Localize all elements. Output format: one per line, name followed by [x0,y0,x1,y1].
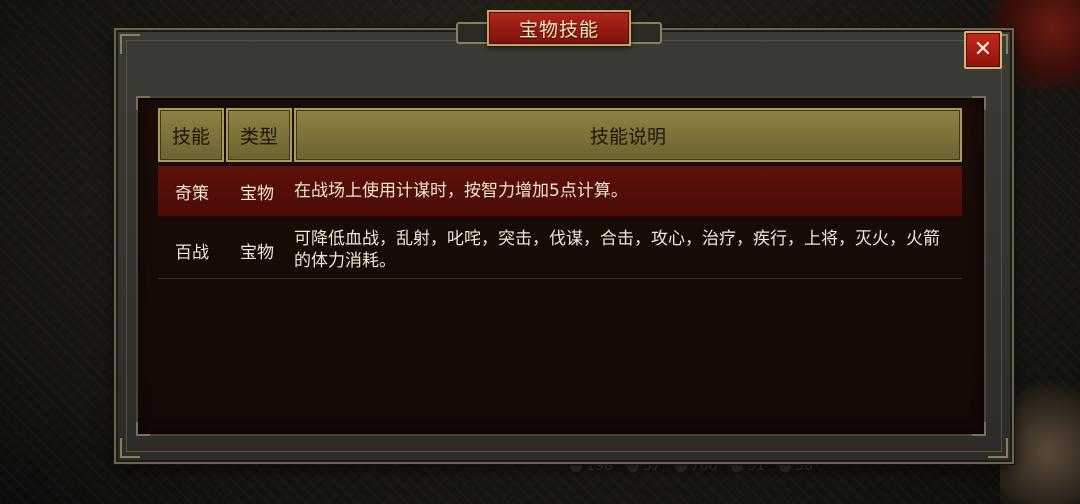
skill-table: 技能 类型 技能说明 奇策 宝物 在战场上使用计谋时，按智力增加5点计算。 百战… [136,96,986,436]
column-header-type: 类型 [226,108,292,162]
column-header-description: 技能说明 [294,108,962,162]
table-row[interactable]: 百战 宝物 可降低血战，乱射，叱咤，突击，伐谋，合击，攻心，治疗，疾行，上将，灭… [158,222,962,279]
skill-name: 百战 [175,242,209,263]
corner-ornament [972,422,986,436]
corner-ornament [972,96,986,110]
close-button[interactable]: ✕ [964,31,1002,69]
corner-ornament [120,438,140,458]
corner-ornament [120,34,140,54]
corner-ornament [136,422,150,436]
skill-description: 在战场上使用计谋时，按智力增加5点计算。 [294,181,628,201]
column-header-skill: 技能 [158,108,224,162]
table-row[interactable]: 奇策 宝物 在战场上使用计谋时，按智力增加5点计算。 [158,166,962,217]
close-icon: ✕ [973,37,993,62]
table-header: 技能 类型 技能说明 [158,108,962,162]
skill-name: 奇策 [175,183,209,204]
panel-title: 宝物技能 [518,18,599,41]
corner-ornament [988,438,1008,458]
title-plaque: 宝物技能 [487,10,631,46]
corner-ornament [136,96,150,110]
title-banner: 宝物技能 [456,10,662,46]
skill-type: 宝物 [240,242,274,263]
skill-type: 宝物 [240,183,274,204]
skill-description: 可降低血战，乱射，叱咤，突击，伐谋，合击，攻心，治疗，疾行，上将，灭火，火箭的体… [294,229,940,271]
